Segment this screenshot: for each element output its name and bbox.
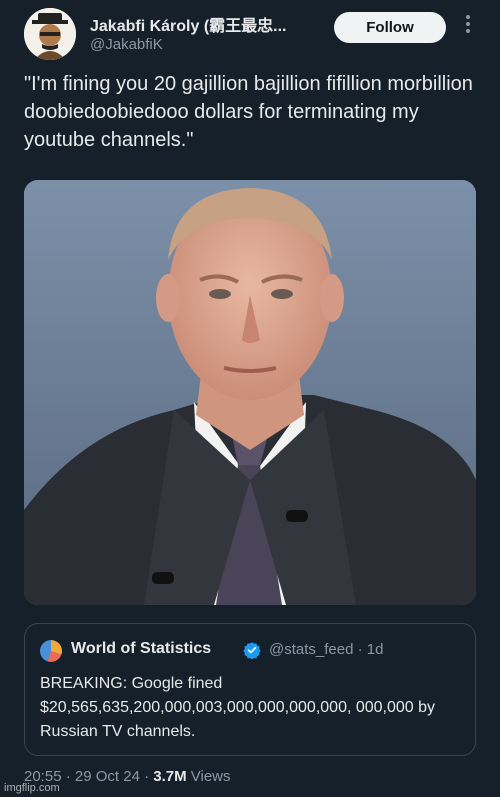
tweet-header: Jakabfi Károly (霸王最忠... @JakabfiK Follow xyxy=(0,0,500,70)
quoted-avatar-icon[interactable] xyxy=(40,640,62,662)
author-handle[interactable]: @JakabfiK xyxy=(90,36,163,53)
quoted-author-name[interactable]: World of Statistics xyxy=(71,640,211,658)
author-name[interactable]: Jakabfi Károly (霸王最忠... xyxy=(90,12,287,36)
tweet-image[interactable] xyxy=(24,180,476,605)
avatar-illustration-icon xyxy=(24,8,76,60)
author-avatar[interactable] xyxy=(24,8,76,60)
views-count: 3.7M xyxy=(153,768,187,785)
more-vertical-icon[interactable] xyxy=(460,14,476,40)
quoted-handle-time[interactable]: @stats_feed · 1d xyxy=(269,641,383,658)
follow-button[interactable]: Follow xyxy=(334,12,446,43)
quoted-text: BREAKING: Google fined $20,565,635,200,0… xyxy=(40,675,436,740)
quoted-tweet[interactable]: World of Statistics @stats_feed · 1d BRE… xyxy=(24,623,476,756)
portrait-photo xyxy=(24,180,476,605)
tweet-text: "I'm fining you 20 gajillion bajillion f… xyxy=(24,73,473,151)
imgflip-watermark: imgflip.com xyxy=(4,782,60,794)
verified-badge-icon xyxy=(243,642,261,659)
views-label: Views xyxy=(186,768,231,785)
